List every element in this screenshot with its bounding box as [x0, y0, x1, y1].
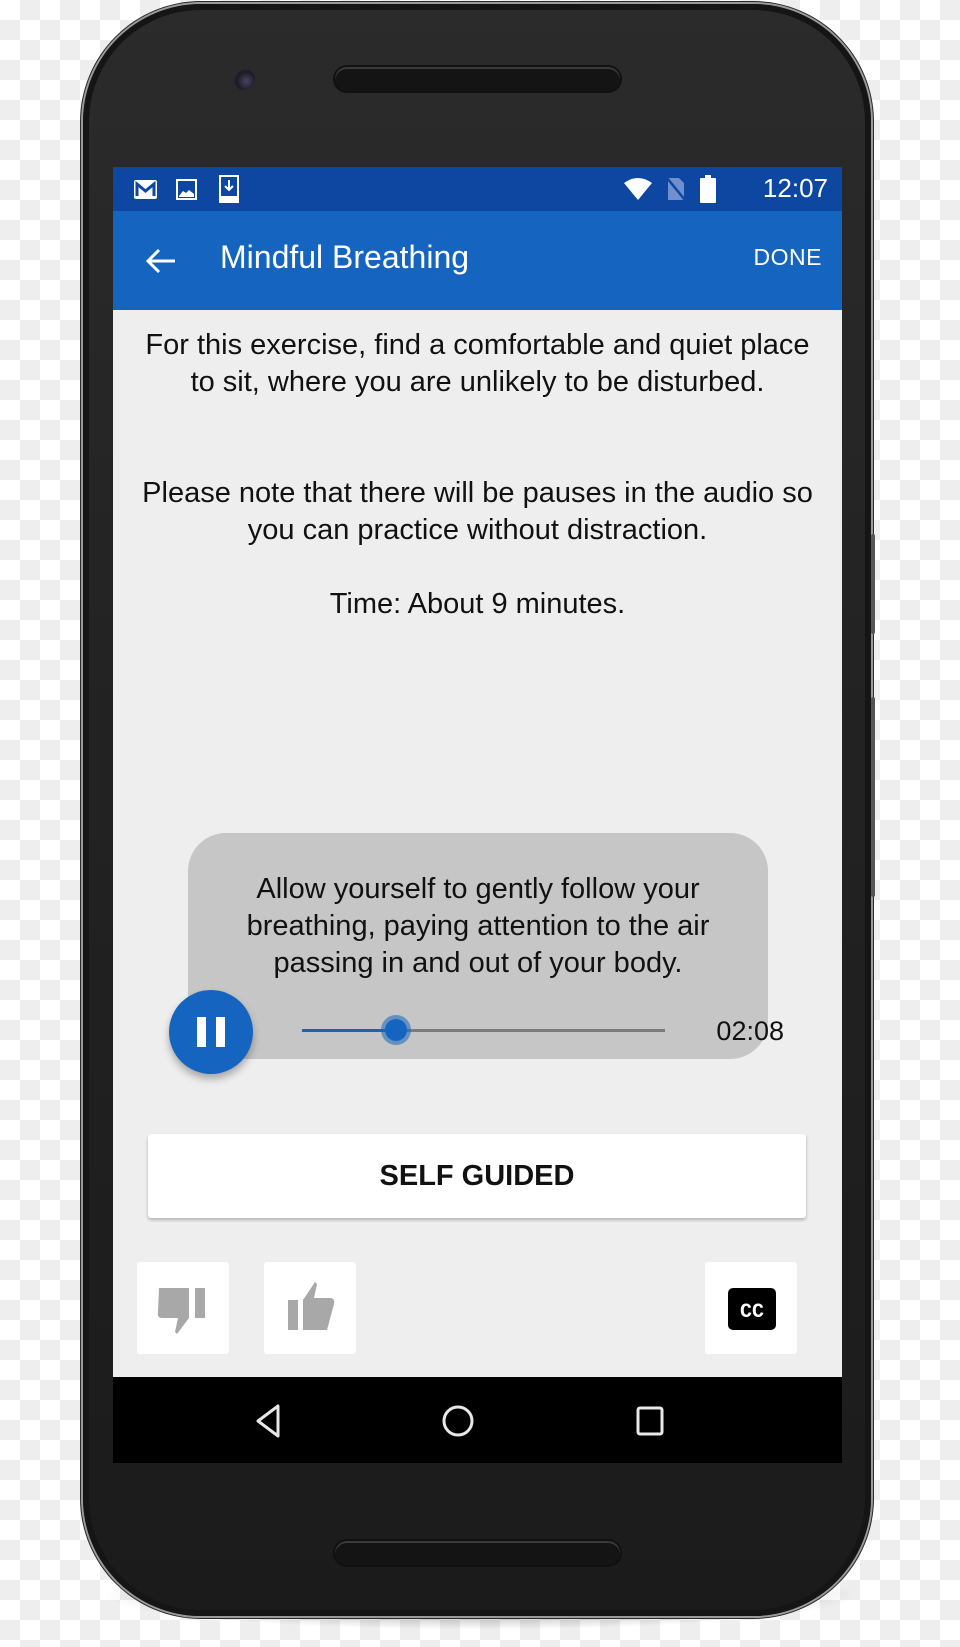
nav-recents-button[interactable]: [630, 1401, 670, 1441]
system-nav-bar: [113, 1377, 842, 1463]
thumbs-down-icon: [157, 1288, 205, 1334]
thumbs-up-button[interactable]: [264, 1262, 356, 1354]
slider-thumb[interactable]: [385, 1019, 408, 1041]
status-bar: 12:07: [113, 167, 842, 211]
no-sim-icon: [666, 177, 686, 206]
note-paragraph: Please note that there will be pauses in…: [142, 477, 813, 546]
recents-square-icon: [636, 1406, 664, 1436]
duration-text: Time: About 9 minutes.: [329, 588, 626, 620]
back-button[interactable]: [143, 243, 179, 279]
arrow-back-icon: [145, 248, 175, 274]
wifi-icon: [623, 177, 653, 206]
nav-home-button[interactable]: [438, 1401, 478, 1441]
home-circle-icon: [442, 1405, 474, 1437]
volume-button: [871, 697, 875, 897]
nav-back-button[interactable]: [250, 1401, 290, 1441]
closed-captions-button[interactable]: CC: [705, 1262, 797, 1354]
pause-icon-bar: [216, 1017, 225, 1047]
battery-icon: [700, 175, 716, 208]
intro-paragraph: For this exercise, find a comfortable an…: [145, 329, 810, 398]
svg-text:CC: CC: [740, 1301, 764, 1324]
pause-icon: [197, 1017, 206, 1047]
bottom-speaker: [335, 1541, 620, 1565]
caption-text: Allow yourself to gently follow your bre…: [246, 873, 710, 979]
front-camera: [233, 68, 255, 90]
elapsed-time: 02:08: [716, 1016, 784, 1046]
thumbs-up-icon: [288, 1282, 335, 1330]
self-guided-button[interactable]: SELF GUIDED: [148, 1134, 806, 1218]
gmail-icon: [133, 179, 158, 205]
closed-captions-icon: CC: [728, 1288, 776, 1330]
pause-button[interactable]: [169, 990, 253, 1074]
power-button: [871, 534, 875, 634]
done-button[interactable]: DONE: [754, 244, 822, 271]
top-speaker: [335, 67, 620, 91]
thumbs-down-button[interactable]: [137, 1262, 229, 1354]
page-title: Mindful Breathing: [220, 239, 470, 275]
audio-progress-slider[interactable]: [302, 1003, 665, 1059]
clock: 12:07: [762, 173, 828, 203]
download-icon: [219, 175, 239, 208]
app-bar: Mindful Breathing DONE: [113, 211, 842, 310]
screen: 12:07 Mindful Breathing DONE For this ex…: [113, 167, 842, 1463]
slider-fill: [302, 1029, 397, 1032]
image-icon: [176, 179, 197, 205]
back-triangle-icon: [256, 1404, 280, 1438]
